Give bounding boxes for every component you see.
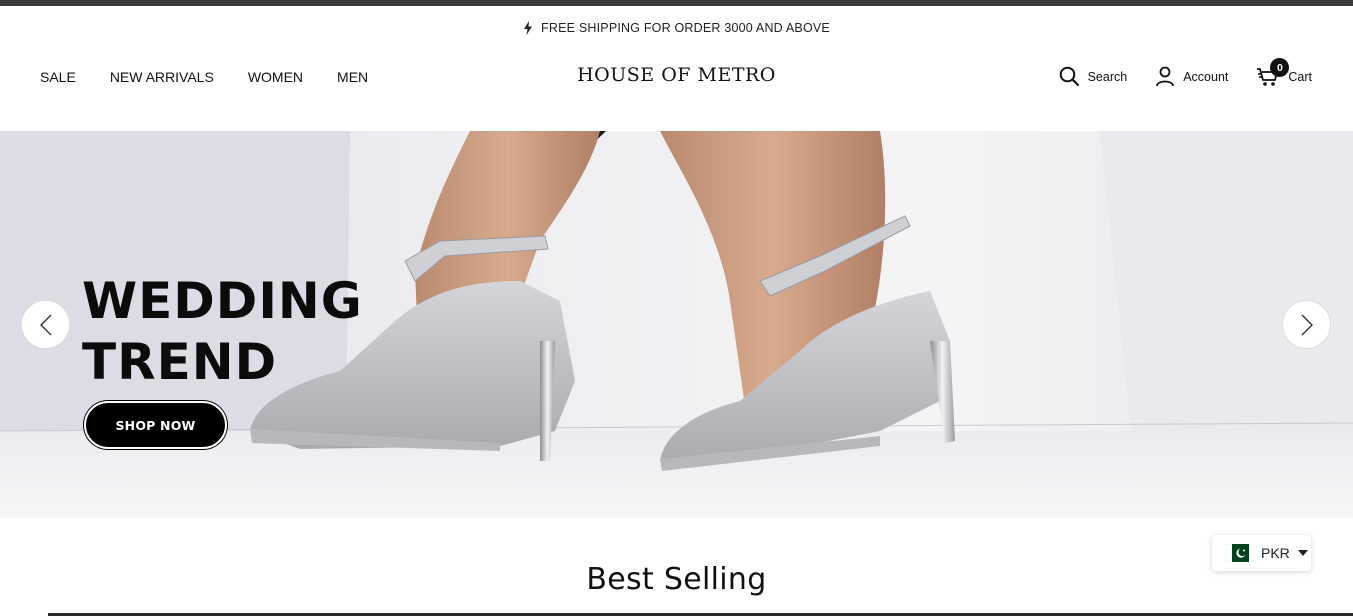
header-actions: Search Account 0 Cart	[1059, 58, 1312, 87]
caret-down-icon	[1297, 550, 1308, 556]
hero-title: WEDDING TREND	[82, 271, 363, 393]
currency-code: PKR	[1261, 545, 1290, 561]
pakistan-flag-icon	[1226, 544, 1249, 562]
hero-title-line2: TREND	[82, 333, 278, 391]
cart-icon-wrap: 0	[1256, 58, 1290, 87]
user-icon	[1156, 66, 1175, 87]
lightning-icon	[524, 21, 533, 35]
hero-title-line1: WEDDING	[82, 272, 363, 330]
announcement-text: FREE SHIPPING FOR ORDER 3000 AND ABOVE	[541, 21, 830, 35]
brand-logo-text[interactable]: HOUSE OF METRO	[577, 64, 776, 86]
search-icon	[1059, 66, 1079, 87]
chevron-right-icon	[1301, 314, 1313, 335]
search-button[interactable]: Search	[1059, 66, 1128, 87]
announcement-bar: FREE SHIPPING FOR ORDER 3000 AND ABOVE	[0, 6, 1353, 50]
hero-banner: WEDDING TREND SHOP NOW	[0, 131, 1353, 518]
search-label: Search	[1087, 69, 1128, 84]
slider-next-button[interactable]	[1282, 300, 1331, 349]
chevron-left-icon	[39, 314, 51, 335]
section-title-best-selling: Best Selling	[586, 562, 767, 597]
account-label: Account	[1183, 69, 1229, 84]
cart-count-badge: 0	[1270, 58, 1290, 77]
account-button[interactable]: Account	[1155, 66, 1228, 87]
cart-button[interactable]: 0 Cart	[1256, 58, 1312, 87]
currency-selector[interactable]: PKR	[1212, 535, 1311, 571]
slider-prev-button[interactable]	[21, 300, 70, 349]
site-header: SALE NEW ARRIVALS WOMEN MEN HOUSE OF MET…	[0, 50, 1353, 131]
cart-label: Cart	[1288, 69, 1312, 84]
shop-now-button[interactable]: SHOP NOW	[84, 401, 227, 449]
